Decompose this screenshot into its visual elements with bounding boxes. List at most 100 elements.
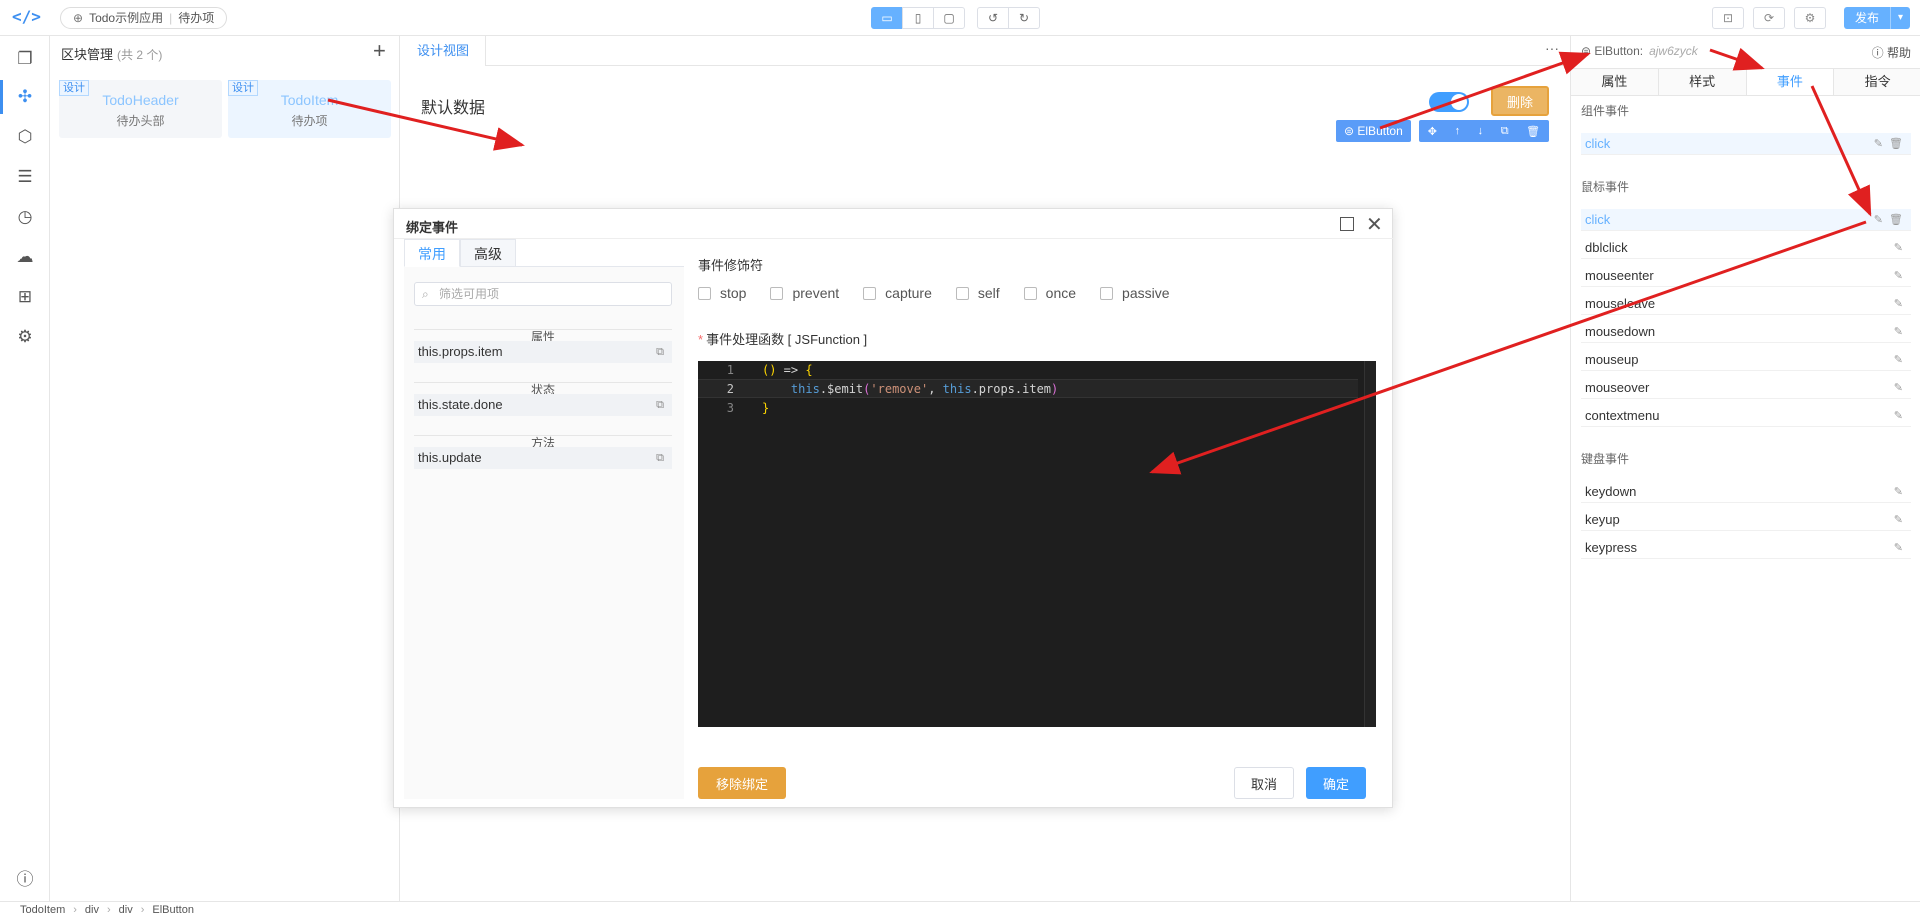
edit-icon[interactable]: ✎ [1874, 209, 1883, 231]
tab-style[interactable]: 样式 [1658, 69, 1747, 95]
modifier-checkbox[interactable]: passive [1100, 285, 1170, 301]
apps-icon[interactable]: ⊞ [12, 284, 38, 310]
component-label: ⊜ ElButton: ajw6zyck [1581, 44, 1698, 58]
edit-icon[interactable]: ✎ [1894, 377, 1903, 399]
undo-icon[interactable]: ↺ [977, 7, 1009, 29]
edit-icon[interactable]: ✎ [1874, 133, 1883, 155]
edit-icon[interactable]: ✎ [1894, 293, 1903, 315]
checkbox-box[interactable] [698, 286, 711, 300]
tablet-icon[interactable]: ▢ [933, 7, 965, 29]
path-item[interactable]: div [85, 904, 99, 916]
copy-icon[interactable]: ⧉ [656, 447, 664, 469]
modifier-checkbox[interactable]: once [1023, 285, 1076, 301]
history-icon[interactable]: ◷ [12, 204, 38, 230]
event-item[interactable]: mouseover ✎ [1581, 377, 1911, 399]
event-item[interactable]: dblclick ✎ [1581, 237, 1911, 259]
copy-icon[interactable]: ⧉ [1501, 125, 1509, 138]
redo-icon[interactable]: ↻ [1008, 7, 1040, 29]
tab-props[interactable]: 属性 [1571, 69, 1659, 95]
move-icon[interactable]: ✥ [1428, 125, 1437, 138]
outline-icon[interactable]: ☰ [12, 164, 38, 190]
info-icon[interactable]: ⓘ [12, 864, 38, 890]
confirm-button[interactable]: 确定 [1306, 767, 1366, 799]
selected-component-tag[interactable]: ⊜ ElButton [1336, 120, 1411, 142]
available-items: ⌕ 筛选可用项 属性 this.props.item ⧉ 状态 this.stat… [404, 267, 684, 799]
event-item[interactable]: click ✎ 🗑 [1581, 209, 1911, 231]
close-icon[interactable]: ✕ [1366, 212, 1383, 237]
event-item[interactable]: click ✎ 🗑 [1581, 133, 1911, 155]
tab-common[interactable]: 常用 [404, 239, 460, 267]
modifier-checkbox[interactable]: stop [698, 285, 746, 301]
event-item[interactable]: mousedown ✎ [1581, 321, 1911, 343]
edit-icon[interactable]: ✎ [1894, 265, 1903, 287]
more-icon[interactable]: ··· [1545, 40, 1559, 56]
event-item[interactable]: mouseleave ✎ [1581, 293, 1911, 315]
chevron-down-icon[interactable]: ▾ [1890, 7, 1911, 29]
edit-icon[interactable]: ✎ [1894, 509, 1903, 531]
gear-icon[interactable]: ⚙ [12, 324, 38, 350]
desktop-icon[interactable]: ▭ [871, 7, 903, 29]
modifier-checkbox[interactable]: capture [863, 285, 932, 301]
puzzle-icon[interactable]: ✣ [12, 84, 38, 110]
path-item[interactable]: TodoItem [20, 904, 65, 916]
checkbox-box[interactable] [770, 286, 784, 300]
delete-button[interactable]: 删除 [1491, 86, 1549, 116]
refresh-icon[interactable]: ⟳ [1753, 7, 1785, 29]
edit-icon[interactable]: ✎ [1894, 481, 1903, 503]
edit-icon[interactable]: ✎ [1894, 321, 1903, 343]
checkbox-box[interactable] [863, 286, 877, 300]
checkbox-box[interactable] [1023, 286, 1037, 300]
maximize-icon[interactable] [1340, 217, 1354, 231]
edit-icon[interactable]: ✎ [1894, 237, 1903, 259]
event-item[interactable]: mouseenter ✎ [1581, 265, 1911, 287]
tab-design-view[interactable]: 设计视图 [401, 36, 487, 66]
trash-icon[interactable]: 🗑 [1889, 133, 1903, 155]
event-item[interactable]: mouseup ✎ [1581, 349, 1911, 371]
edit-icon[interactable]: ✎ [1894, 537, 1903, 559]
modifier-checkbox[interactable]: prevent [770, 285, 839, 301]
status-bar: TodoItem › div › div › ElButton [0, 901, 1920, 919]
block-card[interactable]: 设计 TodoItem 待办项 [228, 80, 391, 138]
publish-button[interactable]: 发布 [1844, 7, 1891, 29]
checkbox-box[interactable] [1100, 286, 1114, 300]
edit-icon[interactable]: ✎ [1894, 405, 1903, 427]
cube-icon[interactable]: ⬡ [12, 124, 38, 150]
tab-advanced[interactable]: 高级 [460, 239, 516, 267]
filter-input[interactable]: ⌕ 筛选可用项 [414, 282, 672, 306]
copy-icon[interactable]: ⧉ [656, 394, 664, 416]
remove-binding-button[interactable]: 移除绑定 [698, 767, 786, 799]
help-link[interactable]: ⓘ 帮助 [1872, 44, 1911, 61]
edit-icon[interactable]: ✎ [1894, 349, 1903, 371]
tab-directives[interactable]: 指令 [1834, 69, 1920, 95]
event-item[interactable]: keyup ✎ [1581, 509, 1911, 531]
copy-icon[interactable]: ⧉ [656, 341, 664, 363]
preview-icon[interactable]: ⊡ [1712, 7, 1744, 29]
event-item[interactable]: contextmenu ✎ [1581, 405, 1911, 427]
pages-icon[interactable]: ❐ [12, 46, 38, 72]
event-item[interactable]: keypress ✎ [1581, 537, 1911, 559]
trash-icon[interactable]: 🗑 [1889, 209, 1903, 231]
plus-icon[interactable]: + [373, 38, 386, 64]
modifier-checkbox[interactable]: self [955, 285, 1000, 301]
block-card[interactable]: 设计 TodoHeader 待办头部 [59, 80, 222, 138]
api-cloud-icon[interactable]: ☁ [12, 244, 38, 270]
trash-icon[interactable]: 🗑 [1526, 125, 1540, 138]
modifiers-title: 事件修饰符 [698, 258, 764, 273]
editor-scrollbar[interactable] [1364, 361, 1376, 727]
path-item[interactable]: ElButton [152, 904, 194, 916]
arrow-down-icon[interactable]: ↓ [1478, 125, 1484, 137]
code-editor[interactable]: 1 () => { 2 this.$emit('remove', this.pr… [698, 361, 1376, 727]
app-breadcrumb[interactable]: ⊕ Todo示例应用 | 待办项 [60, 7, 228, 29]
settings-icon[interactable]: ⚙ [1794, 7, 1826, 29]
event-item[interactable]: keydown ✎ [1581, 481, 1911, 503]
cancel-button[interactable]: 取消 [1234, 767, 1294, 799]
path-item[interactable]: div [119, 904, 133, 916]
mobile-icon[interactable]: ▯ [902, 7, 934, 29]
arrow-up-icon[interactable]: ↑ [1455, 125, 1461, 137]
list-item[interactable]: this.props.item ⧉ [414, 341, 672, 363]
list-item[interactable]: this.state.done ⧉ [414, 394, 672, 416]
switch-toggle[interactable] [1429, 92, 1469, 112]
list-item[interactable]: this.update ⧉ [414, 447, 672, 469]
tab-events[interactable]: 事件 [1746, 69, 1835, 95]
checkbox-box[interactable] [955, 286, 969, 300]
